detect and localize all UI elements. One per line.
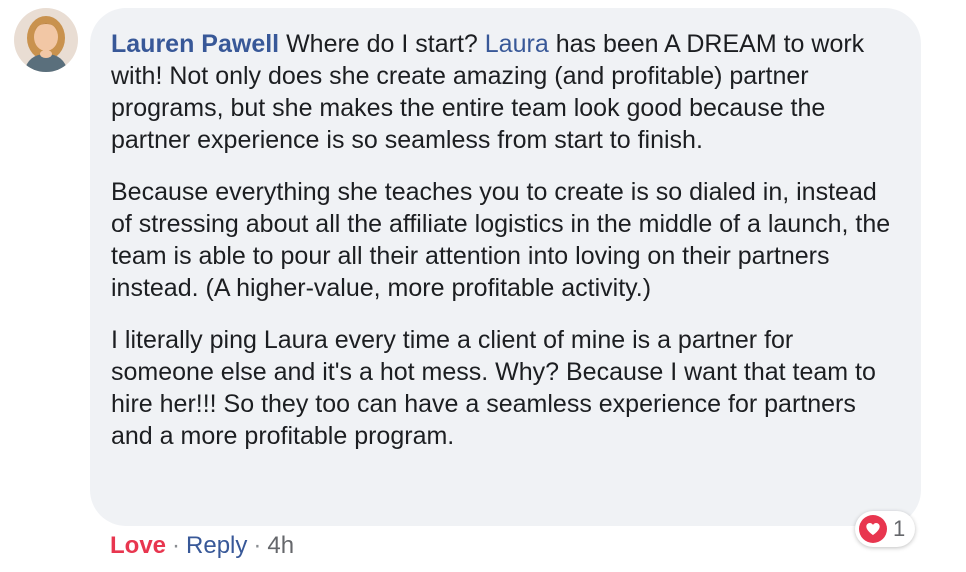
love-button[interactable]: Love: [110, 532, 166, 559]
comment-body: Lauren Pawell Where do I start? Laura ha…: [111, 28, 899, 452]
comment-paragraph: I literally ping Laura every time a clie…: [111, 326, 876, 450]
reaction-summary[interactable]: 1: [855, 511, 916, 547]
separator: ·: [253, 532, 262, 559]
reaction-count: 1: [893, 516, 906, 541]
avatar[interactable]: [14, 8, 78, 72]
mention-link[interactable]: Laura: [485, 30, 549, 58]
reply-button[interactable]: Reply: [186, 532, 247, 559]
comment-paragraph: Lauren Pawell Where do I start? Laura ha…: [111, 28, 899, 156]
author-name[interactable]: Lauren Pawell: [111, 30, 279, 58]
heart-icon: [859, 515, 887, 543]
comment-bubble: Lauren Pawell Where do I start? Laura ha…: [90, 8, 921, 526]
separator: ·: [172, 532, 181, 559]
comment-paragraph: Because everything she teaches you to cr…: [111, 178, 891, 302]
timestamp[interactable]: 4h: [267, 532, 294, 559]
avatar-image: [14, 8, 78, 72]
comment-text: Where do I start?: [286, 30, 478, 58]
comment: Lauren Pawell Where do I start? Laura ha…: [0, 0, 966, 572]
comment-actions: Love · Reply · 4h: [110, 530, 294, 562]
